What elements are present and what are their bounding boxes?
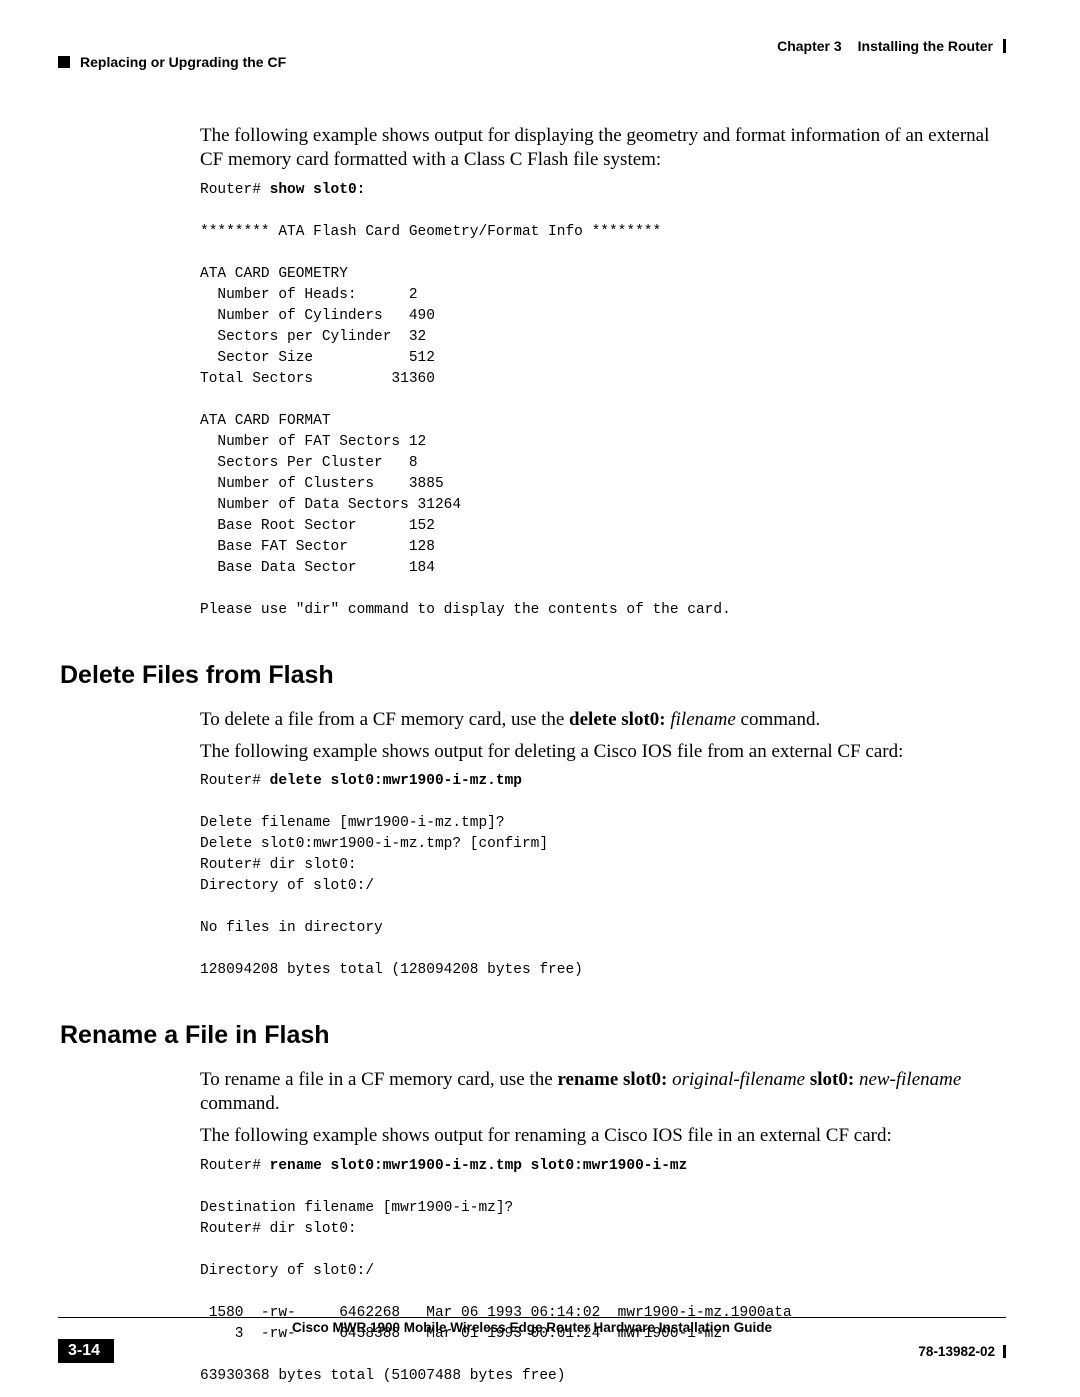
page-number-badge: 3-14: [58, 1339, 114, 1363]
doc-number: 78-13982-02: [918, 1344, 1006, 1359]
prompt: Router#: [200, 773, 270, 789]
prompt: Router#: [200, 1158, 270, 1174]
chapter-title: Installing the Router: [858, 38, 993, 54]
footer-rule: [58, 1317, 1006, 1318]
header-separator: [1003, 39, 1006, 53]
rename-para-1: To rename a file in a CF memory card, us…: [200, 1068, 1006, 1116]
intro-paragraph: The following example shows output for d…: [200, 124, 1006, 172]
section-bullet-icon: [58, 56, 70, 68]
command: show slot0:: [270, 182, 366, 198]
footer-guide-title: Cisco MWR 1900 Mobile Wireless Edge Rout…: [58, 1320, 1006, 1335]
code-block-delete: Router# delete slot0:mwr1900-i-mz.tmp De…: [200, 771, 1006, 981]
output: Delete filename [mwr1900-i-mz.tmp]? Dele…: [200, 815, 583, 978]
heading-rename-file: Rename a File in Flash: [60, 1021, 1006, 1050]
heading-delete-files: Delete Files from Flash: [60, 661, 1006, 690]
section-title: Replacing or Upgrading the CF: [80, 54, 286, 70]
prompt: Router#: [200, 182, 270, 198]
rename-para-2: The following example shows output for r…: [200, 1124, 1006, 1148]
delete-para-2: The following example shows output for d…: [200, 740, 1006, 764]
command: delete slot0:mwr1900-i-mz.tmp: [270, 773, 522, 789]
command: rename slot0:mwr1900-i-mz.tmp slot0:mwr1…: [270, 1158, 688, 1174]
page-footer: Cisco MWR 1900 Mobile Wireless Edge Rout…: [58, 1317, 1006, 1363]
delete-para-1: To delete a file from a CF memory card, …: [200, 708, 1006, 732]
footer-separator: [1003, 1345, 1006, 1358]
chapter-label: Chapter 3: [777, 38, 842, 54]
page-content: The following example shows output for d…: [60, 124, 1006, 1387]
header-section: Replacing or Upgrading the CF: [58, 54, 286, 70]
code-block-show-slot0: Router# show slot0: ******** ATA Flash C…: [200, 180, 1006, 621]
output: ******** ATA Flash Card Geometry/Format …: [200, 224, 731, 618]
header-chapter: Chapter 3 Installing the Router: [777, 38, 1006, 54]
